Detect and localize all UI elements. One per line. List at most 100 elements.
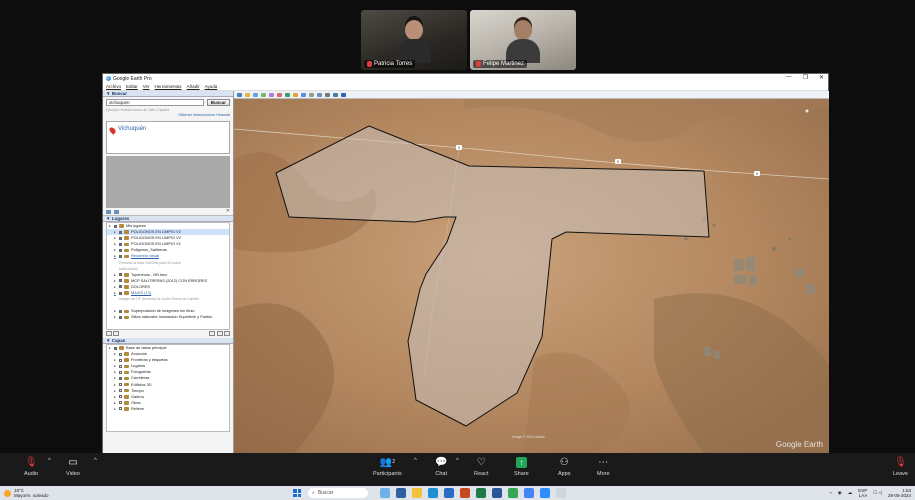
save-image-icon[interactable]: [333, 92, 338, 97]
visibility-checkbox[interactable]: [119, 255, 122, 259]
wifi-volume-icon[interactable]: ☐ ◁: [873, 490, 882, 496]
visibility-checkbox[interactable]: [119, 285, 122, 289]
place-item[interactable]: ▸ Sitios naturales Inundación Superficie …: [107, 314, 229, 320]
menu-ver[interactable]: Ver: [143, 84, 150, 89]
copy-icon[interactable]: [106, 209, 111, 214]
input-language[interactable]: ESP LAA: [858, 488, 867, 498]
menu-herramientas[interactable]: Herramientas: [155, 84, 182, 89]
participant-tile[interactable]: Felipe Martinez: [470, 10, 576, 70]
audio-button[interactable]: 🎙 Audio: [24, 456, 38, 478]
show-hidden-icons-icon[interactable]: ^: [830, 491, 832, 496]
expand-arrow-icon[interactable]: ▸: [109, 345, 112, 351]
visibility-checkbox[interactable]: [119, 309, 122, 313]
visibility-checkbox[interactable]: [119, 273, 122, 277]
menu-editar[interactable]: Editar: [126, 84, 138, 89]
start-button[interactable]: [293, 489, 301, 497]
widgets-icon[interactable]: [380, 488, 390, 498]
visibility-checkbox[interactable]: [119, 407, 122, 411]
view-in-maps-icon[interactable]: [341, 92, 346, 97]
weather-widget[interactable]: 19°C Mayorm. soleado: [4, 488, 49, 498]
satellite-map[interactable]: 5 5 5 Image © 2024 Airbus Google Earth: [234, 99, 829, 453]
clear-search-icon[interactable]: ✕: [226, 208, 230, 214]
print-icon[interactable]: [325, 92, 330, 97]
search-places-icon[interactable]: [106, 331, 112, 336]
task-view-icon[interactable]: [396, 488, 406, 498]
up-arrow-icon[interactable]: [209, 331, 216, 336]
visibility-checkbox[interactable]: [119, 389, 122, 393]
expand-arrow-icon[interactable]: ▸: [114, 290, 117, 296]
maximize-button[interactable]: ❐: [803, 74, 808, 81]
minimize-button[interactable]: —: [786, 74, 792, 81]
taskbar-search[interactable]: ⌕ Buscar: [308, 488, 368, 498]
historical-imagery-icon[interactable]: [285, 92, 290, 97]
visibility-checkbox[interactable]: [114, 346, 117, 350]
search-button[interactable]: Buscar: [206, 99, 230, 106]
record-tour-icon[interactable]: [277, 92, 282, 97]
visibility-checkbox[interactable]: [119, 230, 122, 234]
video-button[interactable]: ▭ Video: [66, 456, 80, 478]
video-options-caret[interactable]: ^: [94, 458, 97, 464]
image-overlay-icon[interactable]: [269, 92, 274, 97]
layer-item[interactable]: ▸ Relieve: [107, 406, 229, 412]
planets-icon[interactable]: [301, 92, 306, 97]
visibility-checkbox[interactable]: [119, 395, 122, 399]
share-button[interactable]: ↑ Share: [514, 456, 529, 477]
menu-ayuda[interactable]: Ayuda: [205, 84, 218, 89]
participants-button[interactable]: 👥 2 Participants: [373, 456, 402, 478]
hide-sidebar-icon[interactable]: [237, 92, 242, 97]
visibility-checkbox[interactable]: [114, 224, 117, 228]
add-placemark-icon[interactable]: [245, 92, 250, 97]
expand-arrow-icon[interactable]: ▸: [109, 223, 112, 229]
down-arrow-icon[interactable]: [216, 331, 223, 336]
file-explorer-icon[interactable]: [412, 488, 422, 498]
participant-tile[interactable]: Patricia Torres: [361, 10, 467, 70]
word-icon[interactable]: [492, 488, 502, 498]
sun-icon[interactable]: [293, 92, 298, 97]
visibility-checkbox[interactable]: [119, 358, 122, 362]
visibility-checkbox[interactable]: [119, 364, 122, 368]
search-result-link[interactable]: Vichuquén: [118, 126, 146, 132]
options-icon[interactable]: [224, 331, 230, 336]
chrome-profile-icon[interactable]: [524, 488, 534, 498]
onedrive-icon[interactable]: ☁: [848, 490, 853, 496]
search-links[interactable]: Obtener instrucciones Historial: [103, 113, 233, 119]
taskbar-app-icon[interactable]: [556, 488, 566, 498]
layers-icon[interactable]: [113, 331, 120, 336]
zoom-app-icon[interactable]: [540, 488, 550, 498]
clock[interactable]: 1:53 28-05-2024: [888, 488, 911, 498]
participants-options-caret[interactable]: ^: [414, 458, 417, 464]
excel-icon[interactable]: [476, 488, 486, 498]
visibility-checkbox[interactable]: [119, 291, 122, 295]
menu-anadir[interactable]: Añadir: [187, 84, 200, 89]
more-button[interactable]: ⋯ More: [597, 456, 610, 478]
expand-arrow-icon[interactable]: ▸: [114, 253, 117, 259]
visibility-checkbox[interactable]: [119, 236, 122, 240]
email-icon[interactable]: [317, 92, 322, 97]
visibility-checkbox[interactable]: [119, 248, 122, 252]
network-icon[interactable]: ◉: [838, 490, 842, 496]
office-icon[interactable]: [460, 488, 470, 498]
leave-button[interactable]: 🎙 Leave: [893, 456, 908, 478]
edge-icon[interactable]: [428, 488, 438, 498]
chat-button[interactable]: 💬 Chat: [435, 456, 447, 478]
add-path-icon[interactable]: [261, 92, 266, 97]
store-icon[interactable]: [444, 488, 454, 498]
visibility-checkbox[interactable]: [119, 279, 122, 283]
visibility-checkbox[interactable]: [119, 383, 122, 387]
ruler-icon[interactable]: [309, 92, 314, 97]
add-polygon-icon[interactable]: [253, 92, 258, 97]
expand-arrow-icon[interactable]: ▸: [114, 406, 117, 412]
menu-archivo[interactable]: Archivo: [106, 84, 121, 89]
list-icon[interactable]: [114, 209, 119, 214]
visibility-checkbox[interactable]: [119, 377, 122, 381]
expand-arrow-icon[interactable]: ▸: [114, 314, 117, 320]
apps-button[interactable]: ⚇ Apps: [558, 456, 571, 478]
react-button[interactable]: ♡ React: [474, 456, 488, 478]
visibility-checkbox[interactable]: [119, 401, 122, 405]
visibility-checkbox[interactable]: [119, 352, 122, 356]
visibility-checkbox[interactable]: [119, 315, 122, 319]
search-input[interactable]: vichuquen: [106, 99, 204, 106]
chrome-icon[interactable]: [508, 488, 518, 498]
close-button[interactable]: ✕: [819, 74, 824, 81]
visibility-checkbox[interactable]: [119, 370, 122, 374]
